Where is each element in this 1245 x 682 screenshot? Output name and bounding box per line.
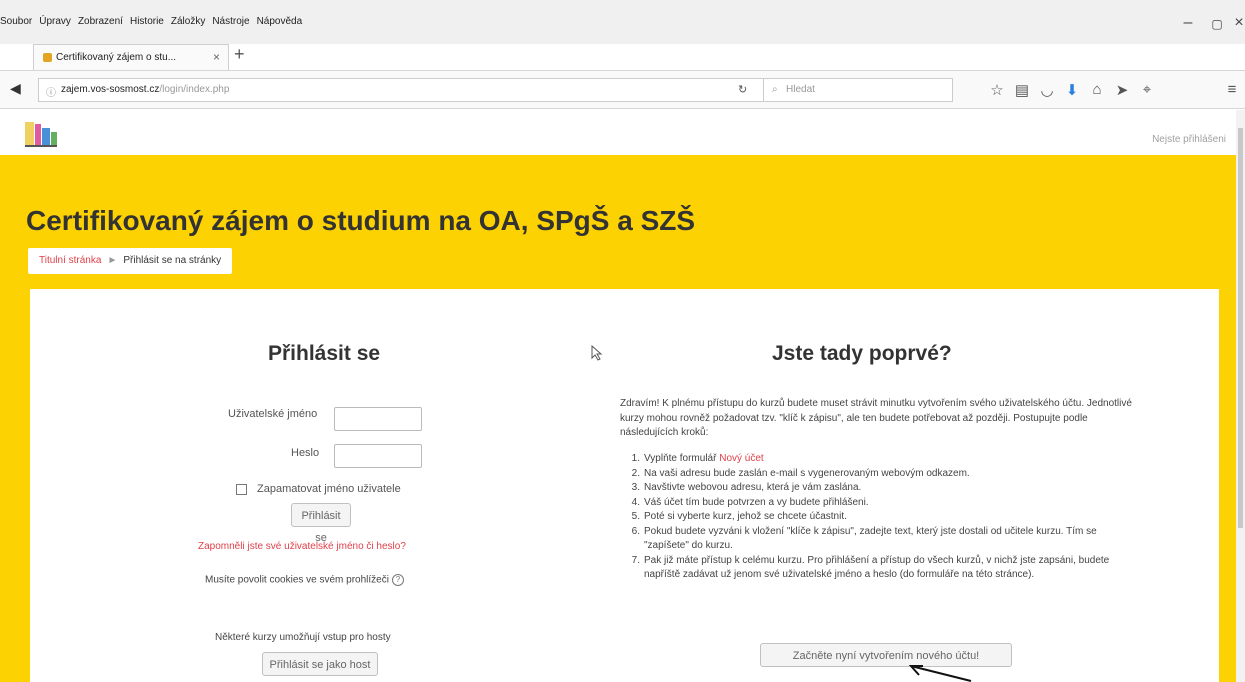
menu-item-help[interactable]: Nápověda bbox=[257, 16, 303, 27]
menu-item-bookmarks[interactable]: Záložky bbox=[171, 16, 205, 27]
menu-bar: Soubor Úpravy Zobrazení Historie Záložky… bbox=[0, 0, 1245, 44]
star-icon[interactable]: ☆ bbox=[987, 81, 1007, 99]
menu-item-file[interactable]: Soubor bbox=[0, 16, 32, 27]
username-label: Uživatelské jméno bbox=[228, 408, 318, 420]
username-input[interactable] bbox=[334, 407, 422, 431]
step-number: 3. bbox=[631, 482, 640, 493]
page-title: Certifikovaný zájem o studium na OA, SPg… bbox=[26, 205, 696, 236]
guest-notice: Některé kurzy umožňují vstup pro hosty bbox=[215, 632, 391, 643]
step-text: Vyplňte formulář Nový účet bbox=[644, 452, 1124, 467]
menu-item-history[interactable]: Historie bbox=[130, 16, 164, 27]
list-item: 1. Vyplňte formulář Nový účet bbox=[620, 452, 1140, 467]
new-tab-button[interactable]: + bbox=[234, 44, 245, 65]
signup-intro: Zdravím! K plnému přístupu do kurzů bude… bbox=[620, 398, 1132, 438]
pin-icon[interactable]: ⌖ bbox=[1137, 81, 1157, 98]
list-item: 3. Navštivte webovou adresu, která je vám… bbox=[620, 481, 1140, 496]
password-input[interactable] bbox=[334, 444, 422, 468]
first-time-heading: Jste tady poprvé? bbox=[772, 342, 952, 365]
menu-item-view[interactable]: Zobrazení bbox=[78, 16, 123, 27]
step-text: Navštivte webovou adresu, která je vám z… bbox=[644, 482, 862, 493]
step-text: Pak již máte přístup k celému kurzu. Pro… bbox=[644, 554, 1110, 581]
close-window-button[interactable]: × bbox=[1224, 14, 1245, 32]
send-icon[interactable]: ➤ bbox=[1112, 81, 1132, 99]
breadcrumb-home-link[interactable]: Titulní stránka bbox=[39, 255, 101, 266]
step-number: 2. bbox=[631, 467, 640, 479]
remember-username-label: Zapamatovat jméno uživatele bbox=[257, 483, 401, 495]
list-item: 5. Poté si vyberte kurz, jehož se chcete … bbox=[620, 510, 1140, 525]
list-item: 2. Na vaši adresu bude zaslán e-mail s vy… bbox=[620, 467, 1140, 482]
favicon-icon bbox=[43, 53, 52, 62]
cookies-notice-text: Musíte povolit cookies ve svém prohlížeč… bbox=[205, 574, 389, 586]
step-number: 6. bbox=[631, 525, 640, 537]
pocket-icon[interactable]: ◡ bbox=[1037, 81, 1057, 99]
breadcrumb-separator: ► bbox=[107, 255, 118, 266]
login-button[interactable]: Přihlásit se bbox=[291, 503, 351, 544]
url-bar[interactable]: ⓘ zajem.vos-sosmost.cz/login/index.php bbox=[38, 78, 775, 102]
menu-item-tools[interactable]: Nástroje bbox=[212, 16, 249, 27]
step-text: Na vaši adresu bude zaslán e-mail s vyge… bbox=[644, 467, 970, 479]
home-icon[interactable]: ⌂ bbox=[1087, 81, 1107, 98]
search-icon: ⌕ bbox=[772, 84, 778, 95]
back-button[interactable]: ◀ bbox=[10, 80, 21, 97]
help-icon[interactable]: ? bbox=[391, 574, 404, 586]
site-logo[interactable] bbox=[24, 120, 58, 148]
site-header: Nejste přihlášeni bbox=[0, 110, 1236, 155]
tab-title: Certifikovaný zájem o stu... bbox=[56, 52, 177, 63]
password-label: Heslo bbox=[291, 447, 320, 459]
step-text: Pokud budete vyzváni k vložení "klíče k … bbox=[644, 525, 1097, 552]
login-heading: Přihlásit se bbox=[268, 342, 381, 365]
step-number: 4. bbox=[631, 496, 640, 508]
list-item: 4. Váš účet tím bude potvrzen a vy budete… bbox=[620, 496, 1140, 511]
list-item: 7. Pak již máte přístup k celému kurzu. P… bbox=[620, 554, 1140, 583]
download-icon[interactable]: ⬇ bbox=[1062, 81, 1082, 99]
url-text: zajem.vos-sosmost.cz/login/index.php bbox=[61, 84, 230, 95]
search-placeholder: Hledat bbox=[786, 84, 815, 95]
forgot-password-link[interactable]: Zapomněli jste své uživatelské jméno či … bbox=[198, 541, 406, 552]
step-text-body: Vyplňte formulář bbox=[644, 453, 717, 464]
list-item: 6. Pokud budete vyzváni k vložení "klíče … bbox=[620, 525, 1140, 554]
step-number: 1. bbox=[631, 453, 640, 464]
step-number: 5. bbox=[631, 511, 640, 522]
menu-item-edit[interactable]: Úpravy bbox=[39, 16, 71, 27]
breadcrumb-current: Přihlásit se na stránky bbox=[123, 255, 222, 266]
browser-tab[interactable]: Certifikovaný zájem o stu... × bbox=[33, 44, 229, 70]
step-number: 7. bbox=[631, 554, 640, 566]
cookies-notice: Musíte povolit cookies ve svém prohlížeč… bbox=[205, 574, 404, 586]
step-text: Poté si vyberte kurz, jehož se chcete úč… bbox=[644, 511, 847, 522]
search-input[interactable]: ⌕ Hledat bbox=[763, 78, 953, 102]
guest-login-button[interactable]: Přihlásit se jako host bbox=[262, 652, 378, 676]
signup-steps: 1. Vyplňte formulář Nový účet 2. Na vaši a… bbox=[620, 452, 1140, 583]
remember-username-checkbox[interactable] bbox=[236, 484, 247, 495]
not-logged-in-text: Nejste přihlášeni bbox=[1152, 134, 1226, 145]
close-tab-icon[interactable]: × bbox=[213, 50, 220, 64]
menu: Soubor Úpravy Zobrazení Historie Záložky… bbox=[0, 16, 302, 27]
breadcrumb: Titulní stránka ► Přihlásit se na stránky bbox=[28, 248, 233, 274]
reload-icon[interactable]: ↻ bbox=[738, 83, 747, 96]
minimize-button[interactable]: – bbox=[1173, 14, 1203, 32]
scrollbar-thumb[interactable] bbox=[1238, 128, 1243, 528]
reader-icon[interactable]: ▤ bbox=[1012, 81, 1032, 99]
step-text: Váš účet tím bude potvrzen a vy budete p… bbox=[644, 496, 869, 508]
info-icon[interactable]: ⓘ bbox=[46, 84, 56, 99]
new-account-link[interactable]: Nový účet bbox=[719, 453, 763, 464]
mouse-cursor-icon bbox=[591, 345, 603, 361]
menu-icon[interactable]: ≡ bbox=[1222, 81, 1242, 98]
navigation-toolbar: ◀ ⓘ zajem.vos-sosmost.cz/login/index.php… bbox=[0, 70, 1245, 109]
annotation-arrow-icon bbox=[908, 665, 972, 682]
